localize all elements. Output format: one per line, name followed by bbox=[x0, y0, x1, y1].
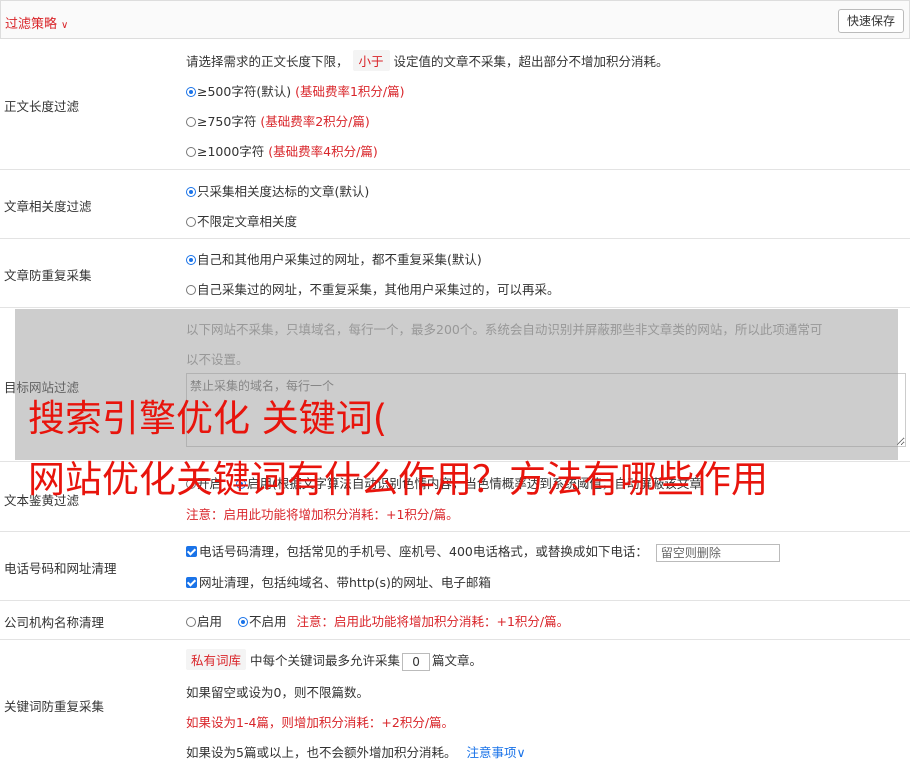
chevron-down-icon: ∨ bbox=[61, 20, 69, 31]
relevance-option-1[interactable]: 只采集相关度达标的文章(默认) bbox=[186, 181, 369, 200]
length-option-1000[interactable]: ≥1000字符 (基础费率4积分/篇) bbox=[186, 141, 378, 160]
row-label: 文章防重复采集 bbox=[4, 268, 92, 283]
dedupe-option-1[interactable]: 自己和其他用户采集过的网址，都不重复采集(默认) bbox=[186, 249, 482, 268]
length-option-750[interactable]: ≥750字符 (基础费率2积分/篇) bbox=[186, 111, 370, 130]
checkbox-checked[interactable] bbox=[186, 577, 197, 588]
dedupe-option-2[interactable]: 自己采集过的网址，不重复采集，其他用户采集过的，可以再采。 bbox=[186, 279, 560, 298]
relevance-row: 文章相关度过滤 只采集相关度达标的文章(默认) 不限定文章相关度 bbox=[0, 170, 910, 239]
org-clean-options: 启用 不启用 注意：启用此功能将增加积分消耗：+1积分/篇。 bbox=[186, 611, 569, 630]
notes-link[interactable]: 注意事项∨ bbox=[466, 745, 525, 760]
row-label: 公司机构名称清理 bbox=[4, 615, 105, 630]
checkbox-checked[interactable] bbox=[186, 546, 197, 557]
radio[interactable] bbox=[186, 285, 196, 295]
length-desc: 请选择需求的正文长度下限， 小于 设定值的文章不采集，超出部分不增加积分消耗。 bbox=[186, 50, 669, 71]
org-clean-row: 公司机构名称清理 启用 不启用 注意：启用此功能将增加积分消耗：+1积分/篇。 bbox=[0, 601, 910, 640]
filter-strategy-title[interactable]: 过滤策略 ∨ bbox=[5, 13, 68, 32]
relevance-option-2[interactable]: 不限定文章相关度 bbox=[186, 211, 297, 230]
radio-selected[interactable] bbox=[186, 255, 196, 265]
length-option-500[interactable]: ≥500字符(默认) (基础费率1积分/篇) bbox=[186, 81, 405, 100]
keyword-dedupe-row: 关键词防重复采集 私有词库 中每个关键词最多允许采集 0 篇文章。 如果留空或设为0… bbox=[0, 640, 910, 768]
replacement-phone-input[interactable]: 留空则删除 bbox=[655, 543, 780, 562]
radio[interactable] bbox=[186, 617, 196, 627]
filter-strategy-bar: 过滤策略 ∨ 快速保存 bbox=[0, 0, 910, 39]
private-lexicon-tag[interactable]: 私有词库 bbox=[186, 649, 247, 670]
dedupe-row: 文章防重复采集 自己和其他用户采集过的网址，都不重复采集(默认) 自己采集过的网… bbox=[0, 239, 910, 308]
chevron-down-icon: ∨ bbox=[516, 745, 526, 760]
headline-line-1: 搜索引擎优化 关键词( bbox=[28, 397, 388, 440]
less-than-tag: 小于 bbox=[352, 50, 390, 71]
radio[interactable] bbox=[186, 217, 196, 227]
radio[interactable] bbox=[186, 147, 196, 157]
keyword-hint-1: 如果留空或设为0，则不限篇数。 bbox=[186, 685, 369, 700]
row-label: 电话号码和网址清理 bbox=[4, 561, 117, 576]
headline-line-2: 网站优化关键词有什么作用？方法有哪些作用 bbox=[28, 458, 768, 501]
keyword-hint-2: 如果设为1-4篇，则增加积分消耗：+2积分/篇。 bbox=[186, 715, 455, 730]
radio[interactable] bbox=[186, 117, 196, 127]
radio-selected[interactable] bbox=[238, 617, 248, 627]
radio-selected[interactable] bbox=[186, 87, 196, 97]
phone-clean-option[interactable]: 电话号码清理，包括常见的手机号、座机号、400电话格式，或替换成如下电话： 留空… bbox=[186, 541, 780, 562]
porn-filter-note: 注意：启用此功能将增加积分消耗：+1积分/篇。 bbox=[186, 507, 459, 522]
url-clean-option[interactable]: 网址清理，包括纯域名、带http(s)的网址、电子邮箱 bbox=[186, 572, 491, 591]
quick-save-button[interactable]: 快速保存 bbox=[837, 9, 904, 33]
max-articles-input[interactable]: 0 bbox=[402, 652, 431, 671]
row-label: 正文长度过滤 bbox=[4, 99, 80, 114]
keyword-hint-3: 如果设为5篇或以上，也不会额外增加积分消耗。 注意事项∨ bbox=[186, 745, 526, 760]
keyword-limit-line: 私有词库 中每个关键词最多允许采集 0 篇文章。 bbox=[186, 649, 482, 671]
contact-clean-row: 电话号码和网址清理 电话号码清理，包括常见的手机号、座机号、400电话格式，或替… bbox=[0, 532, 910, 601]
row-label: 关键词防重复采集 bbox=[4, 699, 105, 714]
radio-selected[interactable] bbox=[186, 187, 196, 197]
row-label: 文章相关度过滤 bbox=[4, 199, 92, 214]
length-filter-row: 正文长度过滤 请选择需求的正文长度下限， 小于 设定值的文章不采集，超出部分不增加积… bbox=[0, 39, 910, 170]
